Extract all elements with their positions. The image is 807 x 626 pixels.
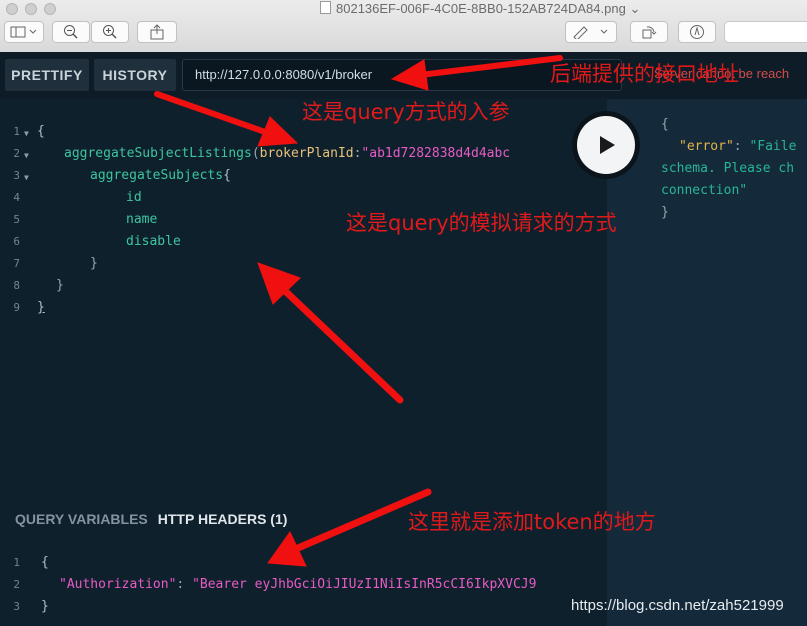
code-field: aggregateSubjects (90, 168, 224, 183)
window-titlebar: 802136EF-006F-4C0E-8BB0-152AB724DA84.png… (0, 0, 807, 53)
header-key: "Authorization" (59, 577, 177, 592)
zoom-window-button[interactable] (44, 3, 56, 15)
annotation-query-mock: 这是query的模拟请求的方式 (346, 211, 617, 235)
zoom-in-button[interactable] (91, 21, 129, 43)
annotation-backend-url: 后端提供的接口地址 (550, 62, 739, 86)
markup-button[interactable] (565, 21, 617, 43)
line-number: 3 (13, 169, 20, 182)
code-brace: } (41, 599, 49, 614)
code-brace: { (223, 168, 231, 183)
execute-query-button[interactable] (572, 111, 640, 179)
annotate-button[interactable] (678, 21, 716, 43)
chevron-down-icon[interactable]: ⌄ (629, 1, 640, 16)
result-colon: : (733, 139, 742, 154)
window-title: 802136EF-006F-4C0E-8BB0-152AB724DA84.png… (320, 1, 640, 17)
minimize-window-button[interactable] (25, 3, 37, 15)
code-field: id (126, 190, 142, 205)
line-number: 1 (13, 125, 20, 138)
sidebar-icon (10, 26, 37, 38)
prettify-button[interactable]: PRETTIFY (5, 59, 89, 91)
line-number: 8 (13, 279, 20, 292)
zoom-out-icon (64, 25, 78, 39)
code-brace: } (90, 256, 98, 271)
code-brace: { (37, 124, 45, 139)
code-field: aggregateSubjectListings (64, 146, 252, 161)
fold-arrow-icon[interactable]: ▼ (24, 129, 29, 138)
code-field: name (126, 212, 158, 227)
close-window-button[interactable] (6, 3, 18, 15)
zoom-out-button[interactable] (52, 21, 90, 43)
result-key: "error" (679, 139, 734, 154)
sidebar-toggle-button[interactable] (4, 21, 44, 43)
result-value: schema. Please ch (661, 161, 795, 176)
share-icon (150, 24, 164, 40)
search-field[interactable] (724, 21, 807, 43)
line-number: 5 (13, 213, 20, 226)
line-number: 3 (13, 600, 20, 613)
annotation-add-token: 这里就是添加token的地方 (408, 510, 656, 534)
pen-circle-icon (690, 25, 704, 39)
code-argument: brokerPlanId (259, 146, 354, 161)
zoom-in-icon (103, 25, 117, 39)
result-value: connection" (661, 183, 748, 198)
rotate-icon (642, 26, 657, 39)
rotate-button[interactable] (630, 21, 668, 43)
line-number: 4 (13, 191, 20, 204)
line-number: 2 (13, 578, 20, 591)
code-paren: ( (251, 146, 260, 161)
code-brace: { (41, 555, 49, 570)
history-button[interactable]: HISTORY (94, 59, 176, 91)
tab-query-variables[interactable]: QUERY VARIABLES (15, 511, 148, 527)
annotation-query-params: 这是query方式的入参 (302, 100, 510, 124)
result-brace: } (661, 205, 669, 220)
share-button[interactable] (137, 21, 177, 43)
play-icon (600, 136, 615, 154)
tab-http-headers[interactable]: HTTP HEADERS (1) (158, 511, 288, 527)
fold-arrow-icon[interactable]: ▼ (24, 151, 29, 160)
watermark: https://blog.csdn.net/zah521999 (571, 597, 784, 614)
header-value: "Bearer eyJhbGciOiJIUzI1NiIsInR5cCI6IkpX… (192, 577, 537, 592)
code-field: disable (126, 234, 181, 249)
result-brace: { (661, 117, 669, 132)
code-brace: } (56, 278, 64, 293)
markup-pen-icon (573, 26, 608, 39)
variables-tabs: QUERY VARIABLES HTTP HEADERS (1) (15, 511, 287, 527)
line-number: 9 (13, 301, 20, 314)
line-number: 2 (13, 147, 20, 160)
document-icon (320, 1, 331, 14)
result-value: "Faile (749, 139, 797, 154)
code-string: "ab1d7282838d4d4abc (361, 146, 511, 161)
line-number: 6 (13, 235, 20, 248)
code-brace: } (37, 300, 45, 315)
line-number: 1 (13, 556, 20, 569)
line-number: 7 (13, 257, 20, 270)
code-colon: : (176, 577, 185, 592)
fold-arrow-icon[interactable]: ▼ (24, 173, 29, 182)
